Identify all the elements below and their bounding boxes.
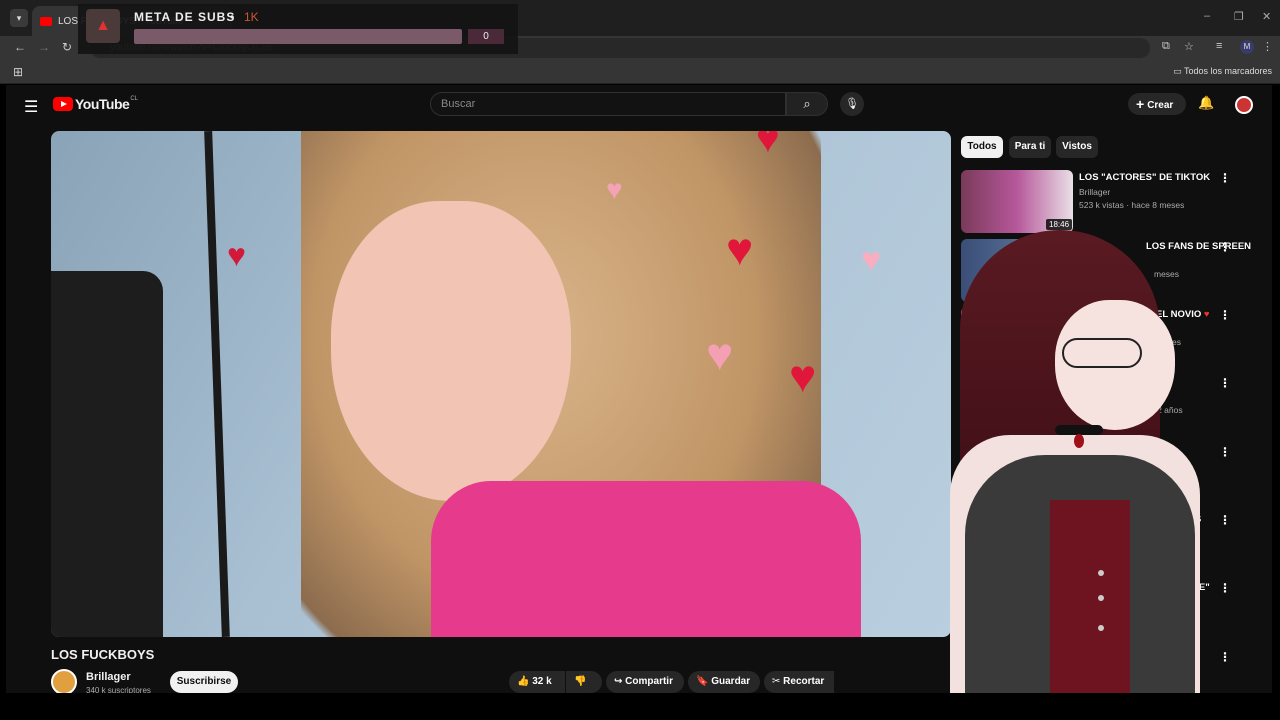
all-bookmarks-button[interactable]: ▭ Todos los marcadores bbox=[1173, 66, 1272, 77]
folder-icon: ▭ bbox=[1173, 66, 1182, 76]
heart-decoration-icon: ♥ bbox=[756, 131, 780, 161]
reload-icon[interactable]: ↻ bbox=[62, 40, 72, 54]
save-button[interactable]: 🔖 Guardar bbox=[688, 671, 760, 693]
share-button[interactable]: ↪ Compartir bbox=[606, 671, 684, 693]
heart-decoration-icon: ♥ bbox=[606, 174, 623, 205]
overlay-separator: • bbox=[230, 10, 235, 24]
like-count: 32 k bbox=[532, 676, 552, 687]
recommendation-meta: 523 k vistas · hace 8 meses bbox=[1079, 200, 1185, 210]
vtuber-button bbox=[1098, 570, 1104, 576]
maximize-icon[interactable]: ❐ bbox=[1234, 10, 1244, 23]
country-code: CL bbox=[130, 96, 138, 102]
channel-logo-icon: ▲ bbox=[86, 9, 120, 43]
goal-current-count: 0 bbox=[468, 29, 504, 44]
apps-grid-icon[interactable]: ⊞ bbox=[13, 65, 23, 79]
forward-icon[interactable]: → bbox=[38, 40, 50, 54]
screen-bottom-bar bbox=[0, 693, 1280, 720]
vtuber-glasses bbox=[1062, 338, 1142, 368]
vtuber-gem bbox=[1074, 434, 1084, 448]
overlay-goal: 1K bbox=[244, 10, 259, 24]
search-button[interactable]: ⌕ bbox=[786, 92, 828, 116]
tab-search-icon[interactable]: ▾ bbox=[10, 9, 28, 27]
heart-decoration-icon: ♥ bbox=[706, 328, 734, 380]
like-button[interactable]: 👍 32 k bbox=[509, 671, 565, 693]
share-label: Compartir bbox=[625, 676, 673, 687]
youtube-logo[interactable]: YouTube CL bbox=[53, 96, 138, 112]
youtube-favicon-icon bbox=[40, 16, 52, 26]
guide-menu-icon[interactable]: ☰ bbox=[24, 97, 38, 117]
chip-para-ti[interactable]: Para ti bbox=[1009, 136, 1051, 158]
more-options-icon[interactable]: ⋮ bbox=[1219, 171, 1231, 185]
bookmark-icon: 🔖 bbox=[696, 676, 709, 687]
minimize-icon[interactable]: – bbox=[1204, 10, 1210, 22]
video-frame-face bbox=[331, 201, 571, 501]
vtuber-button bbox=[1098, 625, 1104, 631]
notifications-bell-icon[interactable]: 🔔 bbox=[1198, 95, 1214, 111]
dislike-button[interactable]: 👎 bbox=[566, 671, 602, 693]
close-window-icon[interactable]: ✕ bbox=[1262, 10, 1271, 23]
youtube-play-icon bbox=[53, 97, 73, 111]
vtuber-vest bbox=[1050, 500, 1130, 720]
back-icon[interactable]: ← bbox=[14, 40, 26, 54]
bookmark-star-icon[interactable]: ☆ bbox=[1184, 40, 1194, 53]
share-arrow-icon: ↪ bbox=[614, 676, 623, 687]
subs-goal-overlay: ▲ META DE SUBS • 1K 0 bbox=[78, 4, 518, 54]
youtube-wordmark: YouTube bbox=[75, 96, 130, 112]
all-bookmarks-label: Todos los marcadores bbox=[1183, 66, 1272, 76]
account-avatar[interactable] bbox=[1235, 96, 1253, 114]
chip-vistos[interactable]: Vistos bbox=[1056, 136, 1098, 158]
reading-list-icon[interactable]: ≡ bbox=[1216, 40, 1222, 52]
plus-icon: + bbox=[1136, 96, 1145, 112]
video-frame-cable bbox=[204, 131, 230, 637]
browser-profile-avatar[interactable]: M bbox=[1240, 40, 1254, 54]
heart-decoration-icon: ♥ bbox=[726, 223, 754, 275]
save-label: Guardar bbox=[711, 676, 751, 687]
bookmarks-bar: ⊞ ▭ Todos los marcadores bbox=[0, 60, 1280, 84]
recommendation-title[interactable]: LOS "ACTORES" DE TIKTOK bbox=[1079, 172, 1210, 183]
subscribe-button[interactable]: Suscribirse bbox=[170, 671, 238, 693]
microphone-icon: 🎙 bbox=[845, 98, 859, 110]
thumbs-down-icon: 👎 bbox=[574, 676, 587, 687]
vtuber-button bbox=[1098, 595, 1104, 601]
create-label: Crear bbox=[1147, 100, 1174, 111]
vtuber-avatar bbox=[800, 220, 1280, 720]
video-frame-shirt bbox=[431, 481, 861, 637]
video-title: LOS FUCKBOYS bbox=[51, 647, 155, 662]
thumbs-up-icon: 👍 bbox=[517, 676, 530, 687]
goal-progress-bar bbox=[134, 29, 462, 44]
create-button[interactable]: + Crear bbox=[1128, 93, 1186, 115]
voice-search-button[interactable]: 🎙 bbox=[840, 92, 864, 116]
chip-todos[interactable]: Todos bbox=[961, 136, 1003, 158]
channel-name[interactable]: Brillager bbox=[86, 671, 131, 683]
recommendation-channel[interactable]: Brillager bbox=[1079, 187, 1110, 197]
search-input[interactable]: Buscar bbox=[430, 92, 786, 116]
video-frame-microphone bbox=[51, 271, 163, 637]
heart-decoration-icon: ♥ bbox=[227, 237, 246, 273]
browser-menu-icon[interactable]: ⋮ bbox=[1262, 40, 1273, 53]
search-icon: ⌕ bbox=[803, 96, 811, 111]
overlay-title: META DE SUBS bbox=[134, 10, 236, 24]
scissors-icon: ✂ bbox=[772, 676, 781, 687]
cast-icon[interactable]: ⧉ bbox=[1162, 40, 1170, 53]
channel-avatar[interactable] bbox=[51, 669, 77, 695]
